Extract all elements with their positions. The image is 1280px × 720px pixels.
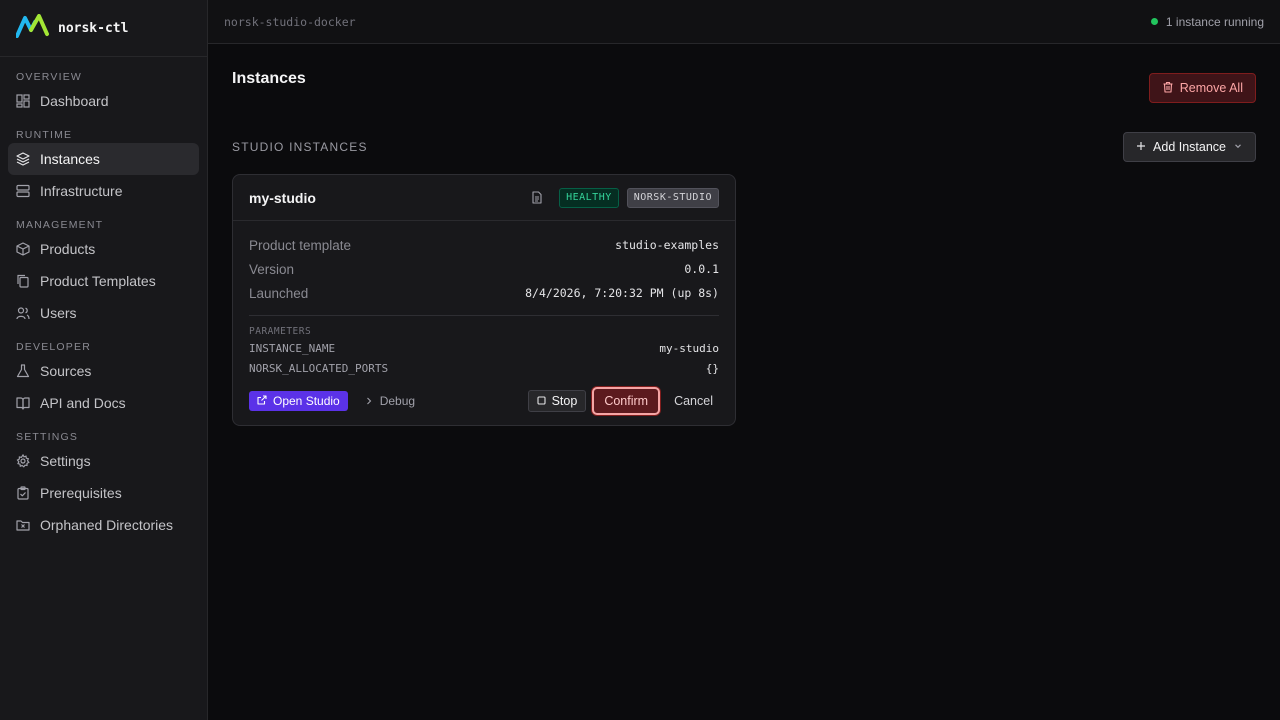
section-label-management: MANAGEMENT (16, 219, 104, 231)
dashboard-icon (16, 94, 30, 108)
sidebar-item-infrastructure[interactable]: Infrastructure (8, 175, 199, 207)
remove-all-label: Remove All (1179, 81, 1243, 95)
parameter-row: INSTANCE_NAME my-studio (249, 338, 719, 358)
open-studio-label: Open Studio (273, 394, 340, 408)
section-label-developer: DEVELOPER (16, 341, 91, 353)
stop-label: Stop (551, 394, 578, 408)
server-icon (16, 184, 30, 198)
copy-icon (16, 274, 30, 288)
detail-key: Launched (249, 285, 309, 301)
detail-key: Version (249, 261, 295, 277)
debug-toggle[interactable]: Debug (366, 394, 415, 408)
sidebar-item-users[interactable]: Users (8, 297, 199, 329)
sidebar-item-product-templates[interactable]: Product Templates (8, 265, 199, 297)
gear-icon (16, 454, 30, 468)
plus-icon (1136, 140, 1146, 154)
detail-value: 8/4/2026, 7:20:32 PM (up 8s) (525, 286, 719, 300)
sidebar-item-label: Users (40, 305, 77, 321)
sidebar-item-label: Sources (40, 363, 92, 379)
instance-details: Product template studio-examples Version… (233, 221, 735, 305)
sidebar-item-label: Dashboard (40, 93, 109, 109)
sidebar-item-label: Infrastructure (40, 183, 123, 199)
main-area: norsk-studio-docker 1 instance running I… (208, 0, 1280, 720)
confirm-button[interactable]: Confirm (592, 387, 661, 415)
page-title: Instances (232, 70, 306, 87)
sidebar-item-products[interactable]: Products (8, 233, 199, 265)
folder-x-icon (16, 518, 30, 532)
sidebar-item-label: Product Templates (40, 273, 156, 289)
instance-card: my-studio HEALTHY NORSK-STUDIO Product t… (232, 174, 736, 426)
users-icon (16, 306, 30, 320)
norsk-logo-icon (15, 13, 50, 43)
flask-icon (16, 364, 30, 378)
sidebar-item-label: API and Docs (40, 395, 126, 411)
detail-row-launched: Launched 8/4/2026, 7:20:32 PM (up 8s) (249, 281, 719, 305)
brand-name: norsk-ctl (58, 20, 129, 36)
instance-actions: Open Studio Debug Stop Confirm Cancel (249, 385, 719, 417)
product-badge: NORSK-STUDIO (626, 187, 719, 208)
clipboard-check-icon (16, 486, 30, 500)
parameter-key: INSTANCE_NAME (249, 341, 336, 355)
running-status: 1 instance running (1150, 14, 1264, 29)
trash-icon (1162, 81, 1174, 96)
sidebar-item-orphaned-directories[interactable]: Orphaned Directories (8, 509, 199, 541)
topbar: norsk-studio-docker 1 instance running (208, 0, 1280, 44)
brand[interactable]: norsk-ctl (0, 0, 207, 57)
sidebar-item-settings[interactable]: Settings (8, 445, 199, 477)
parameter-row: NORSK_ALLOCATED_PORTS {} (249, 358, 719, 378)
stop-square-icon (537, 394, 546, 408)
environment-name: norsk-studio-docker (224, 14, 356, 29)
sidebar-item-dashboard[interactable]: Dashboard (8, 85, 199, 117)
chevron-down-icon (1233, 140, 1243, 154)
detail-row-version: Version 0.0.1 (249, 257, 719, 281)
status-dot-icon (1150, 18, 1158, 25)
parameter-value: my-studio (659, 341, 719, 355)
app-root: norsk-ctl OVERVIEW Dashboard RUNTIME Ins… (0, 0, 1280, 720)
section-label-runtime: RUNTIME (16, 129, 73, 141)
sidebar-item-label: Instances (40, 151, 100, 167)
detail-key: Product template (249, 237, 352, 253)
parameter-value: {} (705, 361, 719, 375)
stop-button[interactable]: Stop (527, 390, 587, 412)
chevron-right-icon (366, 394, 372, 408)
layers-icon (16, 152, 30, 166)
detail-value: studio-examples (615, 238, 719, 252)
section-label-settings: SETTINGS (16, 431, 79, 443)
box-icon (16, 242, 30, 256)
parameters-label: PARAMETERS (249, 326, 312, 337)
add-instance-label: Add Instance (1153, 140, 1226, 154)
sidebar-item-api-and-docs[interactable]: API and Docs (8, 387, 199, 419)
sidebar-item-label: Orphaned Directories (40, 517, 174, 533)
sidebar-item-label: Settings (40, 453, 91, 469)
section-label-overview: OVERVIEW (16, 71, 83, 83)
sidebar-item-instances[interactable]: Instances (8, 143, 199, 175)
sidebar-nav: OVERVIEW Dashboard RUNTIME Instances Inf… (0, 57, 207, 541)
sidebar: norsk-ctl OVERVIEW Dashboard RUNTIME Ins… (0, 0, 208, 720)
sidebar-item-label: Products (40, 241, 96, 257)
section-title-studio-instances: STUDIO INSTANCES (232, 140, 368, 154)
health-badge: HEALTHY (559, 187, 619, 208)
remove-all-button[interactable]: Remove All (1148, 73, 1256, 103)
debug-label: Debug (379, 394, 416, 408)
instance-name: my-studio (249, 189, 316, 206)
add-instance-button[interactable]: Add Instance (1123, 132, 1256, 162)
parameter-key: NORSK_ALLOCATED_PORTS (249, 361, 389, 375)
parameters-section: PARAMETERS INSTANCE_NAME my-studio NORSK… (233, 316, 735, 378)
sidebar-item-sources[interactable]: Sources (8, 355, 199, 387)
sidebar-item-label: Prerequisites (40, 485, 122, 501)
detail-value: 0.0.1 (684, 262, 719, 276)
running-status-text: 1 instance running (1165, 14, 1264, 29)
document-icon[interactable] (531, 190, 545, 205)
open-studio-button[interactable]: Open Studio (249, 391, 348, 411)
book-icon (16, 396, 30, 410)
instance-card-header: my-studio HEALTHY NORSK-STUDIO (233, 175, 735, 221)
detail-row-product-template: Product template studio-examples (249, 233, 719, 257)
sidebar-item-prerequisites[interactable]: Prerequisites (8, 477, 199, 509)
cancel-button[interactable]: Cancel (668, 390, 719, 412)
external-link-icon (257, 394, 267, 408)
